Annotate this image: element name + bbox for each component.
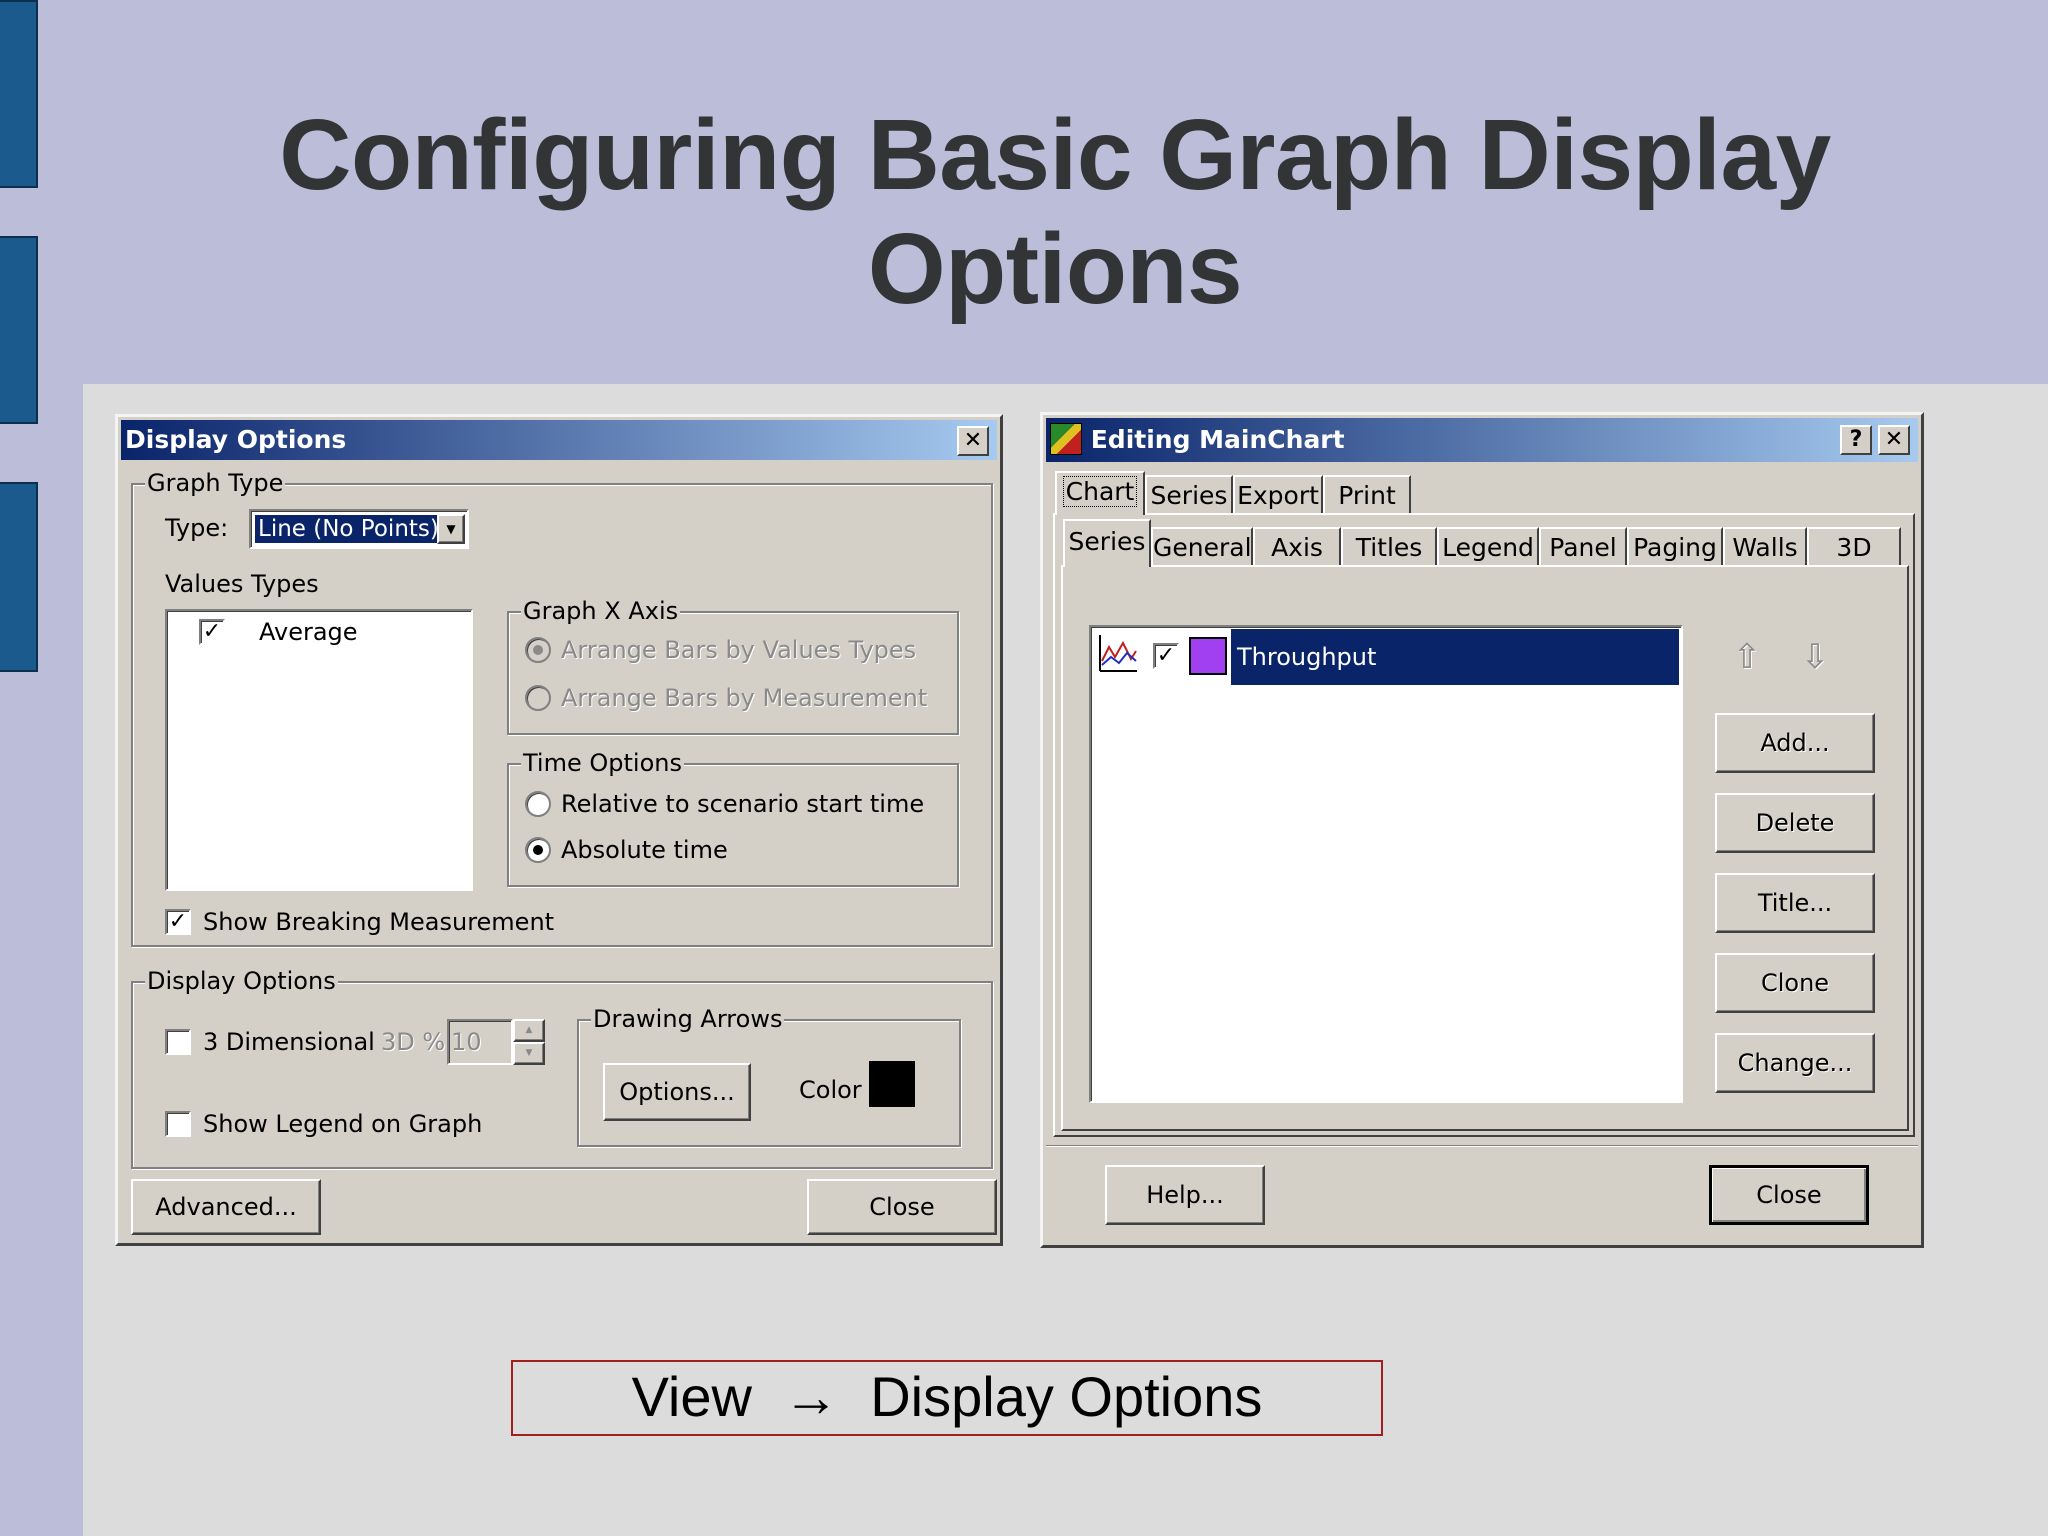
time-options-group: Time Options Relative to scenario start … (507, 749, 959, 887)
clone-button[interactable]: Clone (1715, 953, 1875, 1013)
close-icon[interactable]: ✕ (957, 426, 989, 456)
subtab-3d[interactable]: 3D (1807, 527, 1901, 567)
absolute-time-radio[interactable] (525, 837, 551, 863)
editing-mainchart-dialog: Editing MainChart ? ✕ Chart Series Expor… (1040, 412, 1924, 1248)
help-icon[interactable]: ? (1840, 425, 1872, 455)
series-checkbox[interactable]: ✓ (1153, 643, 1179, 669)
sidebar-decoration (0, 236, 38, 424)
tab-chart[interactable]: Chart (1055, 471, 1145, 515)
divider (1046, 1145, 1918, 1147)
advanced-button[interactable]: Advanced... (131, 1179, 321, 1235)
three-d-percent-label: 3D %: (381, 1028, 454, 1056)
dialog-title: Editing MainChart (1090, 425, 1345, 454)
series-color-swatch[interactable] (1189, 637, 1227, 675)
type-select[interactable]: Line (No Points) ▼ (249, 509, 469, 549)
color-swatch[interactable] (869, 1061, 915, 1107)
group-label: Time Options (521, 749, 684, 777)
options-button[interactable]: Options... (603, 1063, 751, 1121)
subtab-axis[interactable]: Axis (1253, 527, 1341, 567)
color-label: Color (799, 1076, 862, 1104)
graph-type-group: Graph Type Type: Line (No Points) ▼ Valu… (131, 469, 993, 947)
arrange-by-measurement-label: Arrange Bars by Measurement (561, 684, 928, 712)
close-icon[interactable]: ✕ (1878, 425, 1910, 455)
move-down-icon[interactable]: ⇩ (1797, 637, 1833, 677)
series-item-selected[interactable]: Throughput (1231, 629, 1679, 685)
help-button[interactable]: Help... (1105, 1165, 1265, 1225)
title-bar[interactable]: Display Options ✕ (121, 420, 997, 460)
group-label: Graph X Axis (521, 597, 681, 625)
chevron-down-icon[interactable]: ▼ (437, 514, 465, 544)
title-button[interactable]: Title... (1715, 873, 1875, 933)
type-label: Type: (165, 514, 229, 542)
subtab-general[interactable]: General (1151, 527, 1253, 567)
spin-up-icon[interactable]: ▲ (513, 1019, 545, 1042)
chart-tab-panel: Series General Axis Titles Legend Panel … (1053, 513, 1915, 1137)
arrange-by-measurement-radio[interactable] (525, 685, 551, 711)
drawing-arrows-group: Drawing Arrows Options... Color (577, 1005, 961, 1147)
series-panel: ✓ Throughput ⇧ ⇩ Add... Delete Title... … (1061, 565, 1909, 1131)
close-button[interactable]: Close (807, 1179, 997, 1235)
subtab-paging[interactable]: Paging (1627, 527, 1723, 567)
subtab-walls[interactable]: Walls (1723, 527, 1807, 567)
menu-path-caption: View → Display Options (511, 1360, 1383, 1436)
arrange-by-values-label: Arrange Bars by Values Types (561, 636, 917, 664)
arrange-by-values-radio[interactable] (525, 637, 551, 663)
show-legend-checkbox[interactable] (165, 1111, 191, 1137)
arrow-right-icon: → (767, 1365, 855, 1428)
show-breaking-label: Show Breaking Measurement (203, 908, 555, 936)
close-button[interactable]: Close (1709, 1165, 1869, 1225)
delete-button[interactable]: Delete (1715, 793, 1875, 853)
spin-down-icon[interactable]: ▼ (513, 1042, 545, 1065)
group-label: Drawing Arrows (591, 1005, 785, 1033)
display-options-dialog: Display Options ✕ Graph Type Type: Line … (115, 414, 1003, 1246)
relative-time-radio[interactable] (525, 791, 551, 817)
values-type-label: Average (259, 618, 358, 646)
values-type-checkbox[interactable]: ✓ (199, 619, 225, 645)
subtab-panel[interactable]: Panel (1539, 527, 1627, 567)
group-label: Graph Type (145, 469, 286, 497)
add-button[interactable]: Add... (1715, 713, 1875, 773)
show-breaking-checkbox[interactable]: ✓ (165, 909, 191, 935)
group-label: Display Options (145, 967, 338, 995)
line-chart-icon (1097, 633, 1137, 673)
type-select-value: Line (No Points) (254, 514, 443, 544)
show-legend-label: Show Legend on Graph (203, 1110, 483, 1138)
values-types-label: Values Types (165, 570, 319, 598)
dialog-title: Display Options (125, 425, 347, 454)
display-options-group: Display Options 3 Dimensional 3D %: 10 ▲… (131, 967, 993, 1169)
three-d-label: 3 Dimensional (203, 1028, 375, 1056)
slide-title: Configuring Basic Graph Display Options (279, 99, 1831, 325)
three-d-checkbox[interactable] (165, 1029, 191, 1055)
move-up-icon[interactable]: ⇧ (1729, 637, 1765, 677)
three-d-percent-value: 10 (451, 1028, 482, 1056)
caption-item: Display Options (870, 1365, 1263, 1428)
subtab-series[interactable]: Series (1063, 519, 1151, 567)
subtab-legend[interactable]: Legend (1437, 527, 1539, 567)
sidebar-decoration (0, 482, 38, 672)
graph-x-axis-group: Graph X Axis Arrange Bars by Values Type… (507, 597, 959, 735)
tab-series[interactable]: Series (1145, 475, 1233, 515)
change-button[interactable]: Change... (1715, 1033, 1875, 1093)
three-d-percent-input[interactable]: 10 (447, 1019, 513, 1065)
app-icon (1050, 423, 1082, 455)
series-name: Throughput (1237, 643, 1377, 671)
caption-menu: View (631, 1365, 752, 1428)
series-list[interactable]: ✓ Throughput (1089, 625, 1683, 1103)
relative-time-label: Relative to scenario start time (561, 790, 925, 818)
values-types-list[interactable]: ✓ Average (165, 609, 473, 891)
sidebar-decoration (0, 0, 38, 188)
tab-export[interactable]: Export (1233, 475, 1323, 515)
tab-print[interactable]: Print (1323, 475, 1411, 515)
absolute-time-label: Absolute time (561, 836, 728, 864)
title-bar[interactable]: Editing MainChart ? ✕ (1046, 418, 1918, 462)
subtab-titles[interactable]: Titles (1341, 527, 1437, 567)
